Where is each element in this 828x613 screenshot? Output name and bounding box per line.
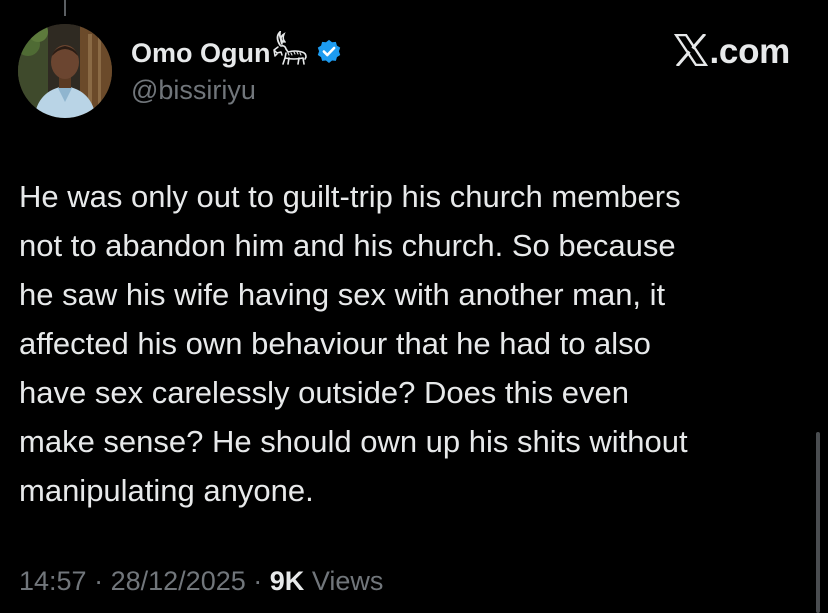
scrollbar[interactable] <box>816 432 820 613</box>
brand-logo: .com <box>673 32 791 72</box>
x-logo-icon <box>673 32 708 71</box>
views-count: 9K <box>269 566 305 596</box>
brand-domain-text: .com <box>709 32 791 71</box>
tweet-text: He was only out to guilt-trip his church… <box>19 179 688 508</box>
author-handle[interactable]: @bissiriyu <box>131 75 256 106</box>
meta-separator: · <box>94 566 104 596</box>
views-label: Views <box>311 566 384 596</box>
tweet-time[interactable]: 14:57 <box>19 566 87 596</box>
tweet-meta: 14:57 · 28/12/2025 · 9K Views <box>19 566 383 597</box>
goat-icon <box>271 28 309 72</box>
tweet-date[interactable]: 28/12/2025 <box>111 566 246 596</box>
avatar[interactable] <box>18 24 112 118</box>
thread-connector-line <box>64 0 66 16</box>
author-display-name[interactable]: Omo Ogun <box>131 38 270 69</box>
meta-separator: · <box>253 566 263 596</box>
verified-badge-icon[interactable] <box>315 38 343 71</box>
avatar-photo <box>18 24 112 118</box>
author-name-row[interactable]: Omo Ogun <box>131 28 343 71</box>
